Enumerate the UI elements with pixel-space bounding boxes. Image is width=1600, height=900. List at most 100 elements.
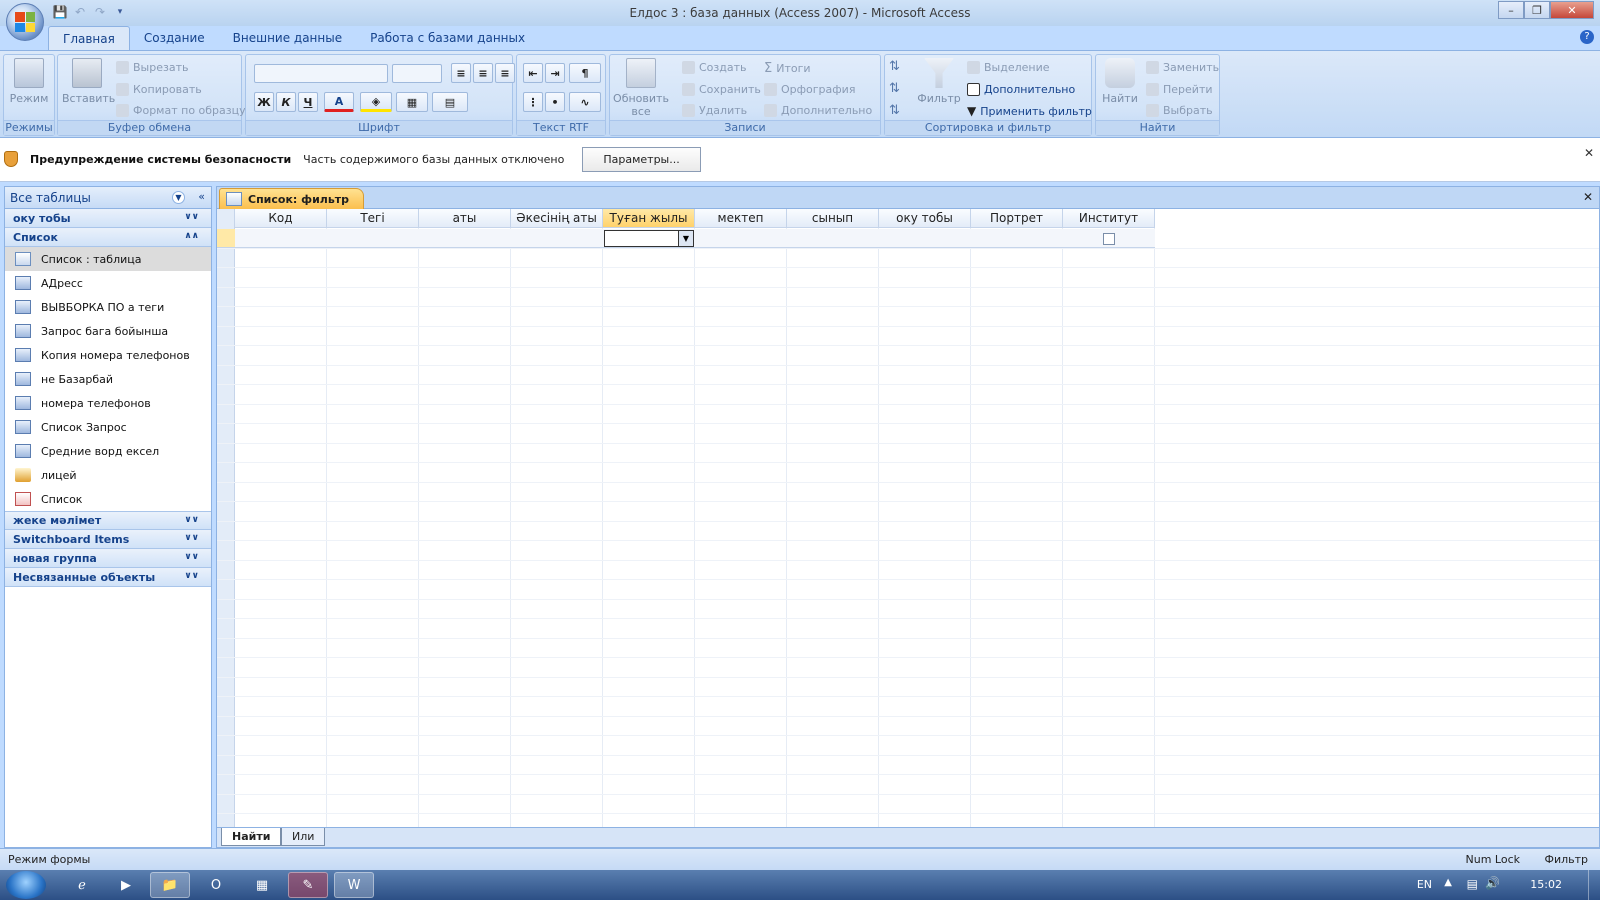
column-header[interactable]: Институт <box>1063 209 1155 228</box>
nav-item[interactable]: Запрос бага бойынша <box>5 319 211 343</box>
align-right-button[interactable]: ≡ <box>495 63 515 83</box>
font-size-select[interactable] <box>392 64 442 83</box>
tab-spisok-filter[interactable]: Список: фильтр <box>219 188 365 209</box>
goto-button[interactable]: Перейти <box>1146 83 1213 96</box>
sheet-tab-or[interactable]: Или <box>281 828 326 846</box>
paragraph-direction-button[interactable]: ¶ <box>569 63 601 83</box>
opera-icon[interactable]: O <box>196 872 236 898</box>
create-record-button[interactable]: Создать <box>682 61 747 74</box>
close-icon[interactable]: ✕ <box>1583 190 1593 204</box>
help-icon[interactable]: ? <box>1580 30 1594 44</box>
nav-item[interactable]: Список : таблица <box>5 247 211 271</box>
filter-button[interactable]: Фильтр <box>913 58 965 105</box>
media-player-icon[interactable]: ▶ <box>106 872 146 898</box>
delete-record-button[interactable]: Удалить <box>682 104 747 117</box>
column-header[interactable]: сынып <box>787 209 879 228</box>
collapse-pane-icon[interactable]: « <box>198 190 205 203</box>
underline-button[interactable]: Ч <box>298 92 318 112</box>
criteria-dropdown[interactable]: ▼ <box>604 230 694 247</box>
nav-item[interactable]: лицей <box>5 463 211 487</box>
language-indicator[interactable]: EN <box>1417 878 1432 891</box>
sort-ascending-icon[interactable]: ⇅ <box>889 59 900 74</box>
tab-database-tools[interactable]: Работа с базами данных <box>356 26 539 50</box>
column-header[interactable]: мектеп <box>695 209 787 228</box>
nav-group-zheke-malimet[interactable]: жеке мәлімет ∨∨ <box>5 511 211 530</box>
volume-icon[interactable]: 🔊 <box>1485 876 1500 890</box>
nav-item[interactable]: не Базарбай <box>5 367 211 391</box>
cut-button[interactable]: Вырезать <box>116 61 188 74</box>
nav-item[interactable]: номера телефонов <box>5 391 211 415</box>
nav-group-spisok[interactable]: Список ∧∧ <box>5 228 211 247</box>
select-button[interactable]: Выбрать <box>1146 104 1213 117</box>
nav-group-switchboard[interactable]: Switchboard Items ∨∨ <box>5 530 211 549</box>
bold-button[interactable]: Ж <box>254 92 274 112</box>
tray-expand-icon[interactable]: ▲ <box>1444 877 1452 888</box>
column-header[interactable]: Код <box>235 209 327 228</box>
start-button[interactable] <box>6 871 46 899</box>
nav-group-new-group[interactable]: новая группа ∨∨ <box>5 549 211 568</box>
find-button[interactable]: Найти <box>1100 58 1140 105</box>
show-desktop-button[interactable] <box>1588 870 1600 900</box>
nav-item[interactable]: Копия номера телефонов <box>5 343 211 367</box>
clock[interactable]: 15:02 <box>1530 878 1562 891</box>
explorer-icon[interactable]: 📁 <box>150 872 190 898</box>
italic-button[interactable]: К <box>276 92 296 112</box>
selection-button[interactable]: Выделение <box>967 61 1050 74</box>
refresh-all-button[interactable]: Обновить все <box>612 58 670 118</box>
nav-group-oku-toby[interactable]: оку тобы ∨∨ <box>5 209 211 228</box>
bullet-list-button[interactable]: • <box>545 92 565 112</box>
more-records-button[interactable]: Дополнительно <box>764 104 872 117</box>
tab-external-data[interactable]: Внешние данные <box>219 26 356 50</box>
replace-button[interactable]: Заменить <box>1146 61 1219 74</box>
access-icon[interactable]: ✎ <box>288 872 328 898</box>
highlight-button[interactable]: ∿ <box>569 92 601 112</box>
indent-increase-button[interactable]: ⇥ <box>545 63 565 83</box>
totals-button[interactable]: Σ Итоги <box>764 61 811 76</box>
spelling-button[interactable]: Орфография <box>764 83 855 96</box>
column-header[interactable]: Туған жылы <box>603 209 695 228</box>
options-button[interactable]: Параметры... <box>582 146 701 172</box>
advanced-filter-button[interactable]: Дополнительно <box>967 83 1075 96</box>
nav-item[interactable]: Средние ворд ексел <box>5 439 211 463</box>
font-name-select[interactable] <box>254 64 388 83</box>
chevron-down-icon[interactable]: ▼ <box>172 191 185 204</box>
row-selector[interactable] <box>217 229 235 248</box>
tab-create[interactable]: Создание <box>130 26 219 50</box>
column-header[interactable]: Тегі <box>327 209 419 228</box>
criteria-row[interactable] <box>235 229 1155 248</box>
nav-item[interactable]: Список <box>5 487 211 511</box>
clear-sort-icon[interactable]: ⇅ <box>889 103 900 118</box>
network-icon[interactable]: ▤ <box>1467 877 1478 891</box>
nav-item[interactable]: Список Запрос <box>5 415 211 439</box>
format-painter-button[interactable]: Формат по образцу <box>116 104 246 117</box>
minimize-icon[interactable]: – <box>1498 1 1524 19</box>
paste-button[interactable]: Вставить <box>62 58 115 105</box>
font-color-button[interactable]: A <box>324 92 354 112</box>
nav-item[interactable]: АДресс <box>5 271 211 295</box>
office-button[interactable] <box>6 3 44 41</box>
save-record-button[interactable]: Сохранить <box>682 83 761 96</box>
close-icon[interactable]: ✕ <box>1550 1 1594 19</box>
winrar-icon[interactable]: ▦ <box>242 872 282 898</box>
alternate-fill-button[interactable]: ▤ <box>432 92 468 112</box>
restore-icon[interactable]: ❐ <box>1524 1 1550 19</box>
fill-color-button[interactable]: ◈ <box>360 92 392 112</box>
align-left-button[interactable]: ≡ <box>451 63 471 83</box>
close-icon[interactable]: ✕ <box>1584 146 1594 160</box>
tab-home[interactable]: Главная <box>48 26 130 50</box>
sort-descending-icon[interactable]: ⇅ <box>889 81 900 96</box>
word-icon[interactable]: W <box>334 872 374 898</box>
indent-decrease-button[interactable]: ⇤ <box>523 63 543 83</box>
sheet-tab-find[interactable]: Найти <box>221 828 282 846</box>
mode-button[interactable]: Режим <box>6 58 52 105</box>
column-header[interactable]: оку тобы <box>879 209 971 228</box>
align-center-button[interactable]: ≡ <box>473 63 493 83</box>
chevron-down-icon[interactable]: ▼ <box>678 231 693 246</box>
nav-item[interactable]: ВЫВБОРКА ПО а теги <box>5 295 211 319</box>
ie-icon[interactable]: ℯ <box>62 872 102 898</box>
column-header[interactable]: Әкесінің аты <box>511 209 603 228</box>
nav-group-unrelated-objects[interactable]: Несвязанные объекты ∨∨ <box>5 568 211 587</box>
apply-filter-button[interactable]: ▼ Применить фильтр <box>967 104 1092 118</box>
copy-button[interactable]: Копировать <box>116 83 202 96</box>
column-header[interactable]: Портрет <box>971 209 1063 228</box>
